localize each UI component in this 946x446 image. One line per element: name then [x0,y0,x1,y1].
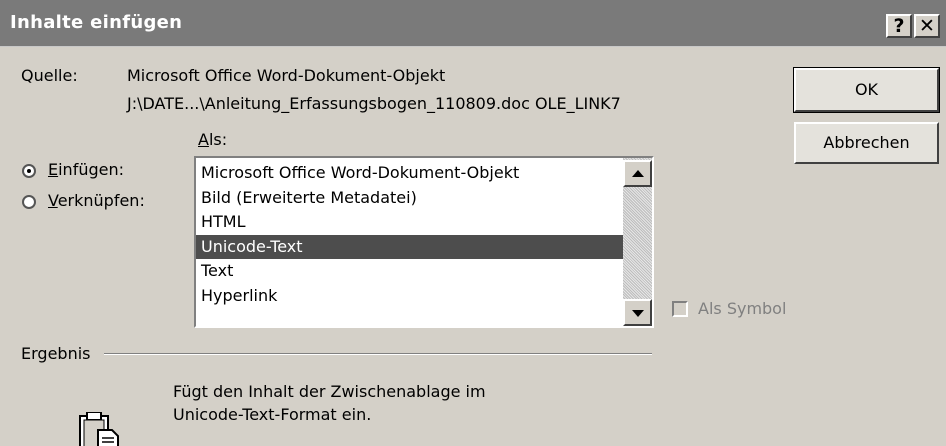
as-listbox[interactable]: Microsoft Office Word-Dokument-Objekt Bi… [194,156,654,328]
result-label: Ergebnis [21,344,91,363]
window-title: Inhalte einfügen [10,12,183,33]
result-description-line2: Unicode-Text-Format ein. [173,405,372,424]
list-item-picture[interactable]: Bild (Erweiterte Metadatei) [196,186,623,211]
scroll-up-button[interactable] [623,160,652,187]
paste-mnemonic: E [48,160,59,179]
list-item-unicode-text[interactable]: Unicode-Text [196,234,623,260]
as-symbol-checkbox[interactable] [672,301,688,317]
as-label-rest: ls: [208,130,228,149]
arrow-up-icon [632,170,644,177]
paste-label-rest: infügen: [58,160,124,179]
source-label: Quelle: [21,66,78,85]
as-label-mnemonic: A [198,130,209,149]
close-button[interactable]: ✕ [914,14,940,38]
listbox-items: Microsoft Office Word-Dokument-Objekt Bi… [196,161,623,309]
list-item-hyperlink[interactable]: Hyperlink [196,284,623,309]
result-group-divider [104,353,652,355]
listbox-scrollbar[interactable] [623,158,652,326]
ok-button[interactable]: OK [793,67,940,113]
scroll-down-button[interactable] [623,299,652,326]
clipboard-icon [79,412,119,446]
result-description-line1: Fügt den Inhalt der Zwischenablage im [173,382,486,401]
link-radio-label[interactable]: Verknüpfen: [48,191,145,210]
list-item-html[interactable]: HTML [196,210,623,235]
paste-radio-label[interactable]: Einfügen: [48,160,124,179]
list-item-text[interactable]: Text [196,259,623,284]
link-label-rest: erknüpfen: [57,191,145,210]
title-bar: Inhalte einfügen ? ✕ [0,0,946,47]
as-label: Als: [198,130,227,149]
source-path: J:\DATE...\Anleitung_Erfassungsbogen_110… [127,94,621,113]
link-mnemonic: V [48,191,58,210]
list-item-word-object[interactable]: Microsoft Office Word-Dokument-Objekt [196,161,623,186]
paste-radio[interactable] [22,164,36,178]
arrow-down-icon [632,310,644,317]
source-object-type: Microsoft Office Word-Dokument-Objekt [127,66,446,85]
cancel-button[interactable]: Abbrechen [794,122,939,164]
help-button[interactable]: ? [886,14,912,38]
link-radio[interactable] [22,195,36,209]
as-symbol-label: Als Symbol [698,299,787,318]
